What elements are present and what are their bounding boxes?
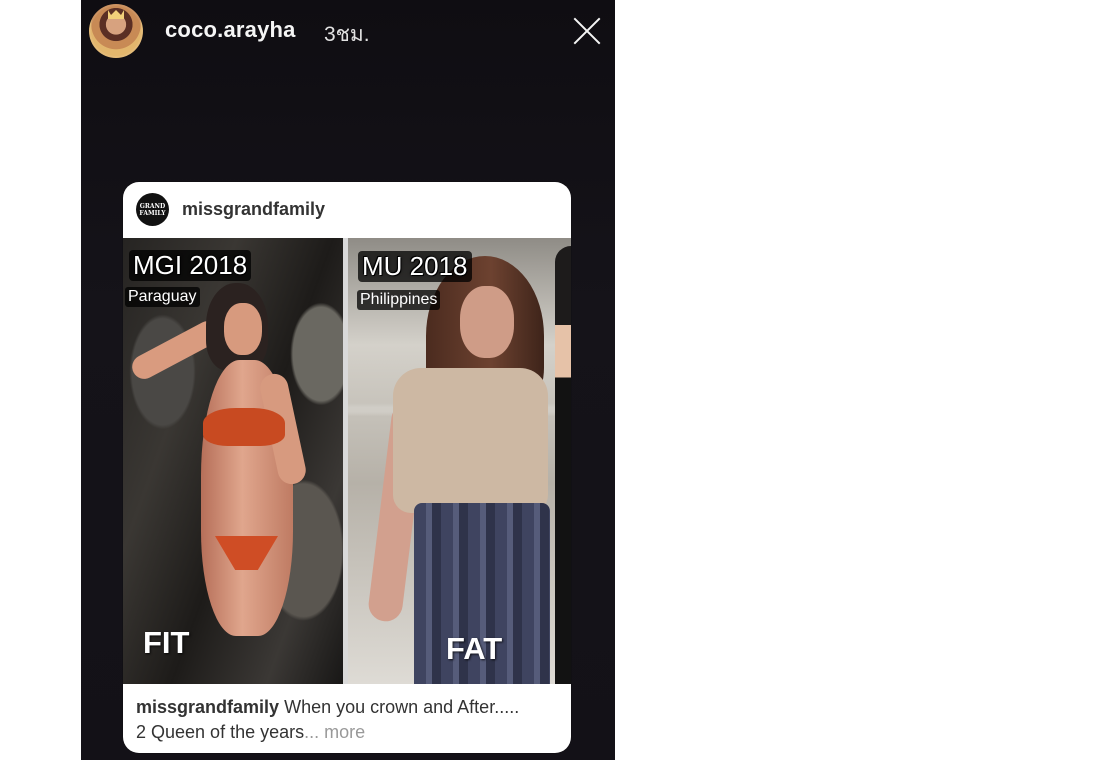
story-avatar[interactable] bbox=[89, 4, 143, 58]
left-photo-word: FIT bbox=[143, 625, 190, 660]
brand-avatar-text: GRAND FAMILY bbox=[139, 202, 166, 217]
right-photo-country: Philippines bbox=[357, 290, 441, 310]
post-avatar[interactable]: GRAND FAMILY bbox=[136, 193, 169, 226]
caption-username[interactable]: missgrandfamily bbox=[136, 697, 279, 717]
story-time: 3ชม. bbox=[324, 23, 370, 46]
more-link[interactable]: ... more bbox=[304, 722, 365, 742]
caption-text: When you crown and After..... bbox=[284, 697, 520, 717]
left-photo: MGI 2018 Paraguay FIT bbox=[123, 238, 343, 684]
shared-post-card[interactable]: GRAND FAMILY missgrandfamily MGI 2018 Pa… bbox=[123, 182, 571, 753]
close-icon[interactable] bbox=[567, 11, 607, 51]
story-viewer: coco.arayha 3ชม. GRAND FAMILY missgrandf… bbox=[81, 0, 615, 760]
right-photo-top bbox=[393, 368, 548, 513]
post-image[interactable]: MGI 2018 Paraguay FIT MU 2018 Philippine… bbox=[123, 238, 571, 684]
left-photo-face bbox=[224, 303, 262, 355]
right-photo-title: MU 2018 bbox=[358, 251, 472, 282]
right-photo-face bbox=[460, 286, 514, 358]
left-photo-country: Paraguay bbox=[125, 287, 200, 307]
post-caption: missgrandfamily When you crown and After… bbox=[136, 695, 556, 745]
right-photo-word: FAT bbox=[446, 631, 503, 666]
right-photo: MU 2018 Philippines FAT bbox=[348, 238, 571, 684]
caption-line-2: 2 Queen of the years bbox=[136, 722, 305, 742]
left-photo-title: MGI 2018 bbox=[129, 250, 252, 281]
story-header: coco.arayha 3ชม. bbox=[81, 0, 615, 64]
post-header: GRAND FAMILY missgrandfamily bbox=[123, 182, 571, 238]
story-username[interactable]: coco.arayha bbox=[165, 17, 296, 43]
post-username[interactable]: missgrandfamily bbox=[182, 199, 325, 220]
left-photo-bikini-top bbox=[203, 408, 285, 446]
right-photo-background-person bbox=[555, 246, 571, 684]
